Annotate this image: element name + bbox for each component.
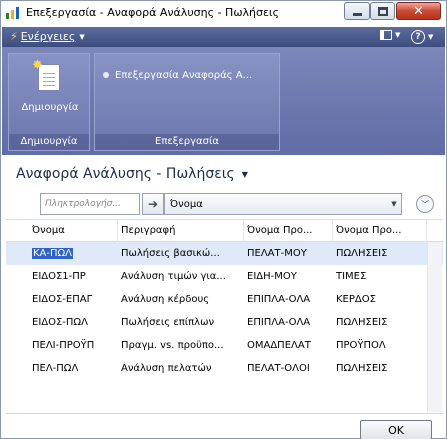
go-arrow-icon: ➔ <box>147 197 159 211</box>
cell-dimension-2: ΠΡΟΫΠΟΛ <box>336 340 386 351</box>
close-button[interactable]: ✕ <box>396 2 441 20</box>
chevron-down-icon: ▼ <box>79 32 85 41</box>
filter-field-value: Όνομα <box>170 198 203 210</box>
chevron-down-icon: ▼ <box>391 200 397 208</box>
cell-description: Ανάλυση πελατών <box>121 363 212 374</box>
ribbon-group-edit: Επεξεργασία Αναφοράς Α... Επεξεργασία <box>94 53 280 151</box>
help-icon: ? <box>411 30 425 44</box>
maximize-icon <box>377 6 388 16</box>
expand-filter-button[interactable]: ﹀ <box>416 195 434 213</box>
page-title-text: Αναφορά Ανάλυσης - Πωλήσεις <box>16 166 235 182</box>
star-icon: ✸ <box>32 58 43 73</box>
minimize-button[interactable] <box>344 2 370 20</box>
filter-row: ➔ Όνομα ▼ <box>40 193 403 215</box>
cell-description: Πωλήσεις επίπλων <box>121 317 215 328</box>
maximize-button[interactable] <box>370 2 395 20</box>
column-header-dimension-2[interactable]: Όνομα Προ... <box>333 220 427 242</box>
table-row[interactable]: ΠΕΛ-ΠΩΛ Ανάλυση πελατών ΠΕΛΑΤ-ΟΛΟΙ ΠΩΛΗΣ… <box>6 357 443 380</box>
chevron-down-icon: ▼ <box>241 169 248 179</box>
table-row[interactable]: ΕΙΔΟΣ1-ΠΡ Ανάλυση τιμών για... ΕΙΔΗ-ΜΟΥ … <box>6 265 443 288</box>
title-bar: Επεξεργασία - Αναφορά Ανάλυσης - Πωλήσει… <box>1 1 446 25</box>
edit-report-button[interactable]: Επεξεργασία Αναφοράς Α... <box>103 67 275 83</box>
ribbon: ✸ Δημιουργία Δημιουργία Επεξεργασία Αναφ… <box>2 47 445 155</box>
bolt-icon: ⚡ <box>10 30 18 43</box>
cell-description: Ανάλυση κέρδους <box>121 294 210 305</box>
page-title[interactable]: Αναφορά Ανάλυσης - Πωλήσεις ▼ <box>16 166 248 182</box>
ribbon-group-create: ✸ Δημιουργία Δημιουργία <box>8 53 90 151</box>
cell-description: Ανάλυση τιμών για... <box>121 271 226 282</box>
cell-name-text: ΚΑ-ΠΩΛ <box>32 248 74 259</box>
go-button[interactable]: ➔ <box>142 193 164 215</box>
search-input[interactable] <box>40 193 140 215</box>
column-header-name[interactable]: Όνομα <box>29 220 118 242</box>
table-row[interactable]: ΚΑ-ΠΩΛ Πωλήσεις βασικώ... ΠΕΛΑΤ-ΜΟΥ ΠΩΛΗ… <box>6 242 443 265</box>
cell-dimension-1: ΕΠΙΠΛΑ-ΟΛΑ <box>247 317 311 328</box>
actions-menu[interactable]: ⚡ Ενέργειες ▼ <box>10 30 85 43</box>
report-window: Επεξεργασία - Αναφορά Ανάλυσης - Πωλήσει… <box>0 0 447 439</box>
filter-field-select[interactable]: Όνομα ▼ <box>164 193 402 215</box>
cell-description: Πραγμ. vs. προϋπο... <box>121 340 224 351</box>
cell-dimension-2: ΠΩΛΗΣΕΙΣ <box>336 363 388 374</box>
cell-dimension-2: ΤΙΜΕΣ <box>336 271 367 282</box>
cell-dimension-2: ΠΩΛΗΣΕΙΣ <box>336 317 388 328</box>
edit-report-label: Επεξεργασία Αναφοράς Α... <box>115 69 253 81</box>
cell-name: ΠΕΛ-ΠΩΛ <box>32 363 79 374</box>
cell-dimension-1: ΠΕΛΑΤ-ΜΟΥ <box>247 248 307 259</box>
cell-dimension-1: ΠΕΛΑΤ-ΟΛΟΙ <box>247 363 310 374</box>
cell-dimension-1: ΕΠΙΠΛΑ-ΟΛΑ <box>247 294 311 305</box>
ribbon-group-label: Δημιουργία <box>9 134 89 150</box>
close-icon: ✕ <box>413 3 424 19</box>
footer-divider <box>6 413 443 414</box>
help-button[interactable]: ? ▼ <box>411 30 441 44</box>
chevron-down-icon: ▼ <box>395 31 401 39</box>
cell-dimension-2: ΠΩΛΗΣΕΙΣ <box>336 248 388 259</box>
cell-name: ΕΙΔΟΣ-ΠΩΛ <box>32 317 88 328</box>
vertical-scrollbar[interactable] <box>427 242 442 412</box>
edit-bullet-icon <box>103 72 109 78</box>
cell-name: ΠΕΛΙ-ΠΡΟΫΠ <box>32 340 95 351</box>
chevron-down-icon: ▼ <box>428 33 434 41</box>
table-row[interactable]: ΠΕΛΙ-ΠΡΟΫΠ Πραγμ. vs. προϋπο... ΟΜΑΔΠΕΛΑ… <box>6 334 443 357</box>
window-title: Επεξεργασία - Αναφορά Ανάλυσης - Πωλήσει… <box>26 6 280 19</box>
expand-chevron-icon: ﹀ <box>421 199 429 209</box>
column-header-dimension-1[interactable]: Όνομα Προ... <box>244 220 333 242</box>
column-header-description[interactable]: Περιγραφή <box>118 220 244 242</box>
cell-description: Πωλήσεις βασικώ... <box>121 248 220 259</box>
minimize-icon <box>352 12 362 16</box>
table-header: Όνομα Περιγραφή Όνομα Προ... Όνομα Προ..… <box>6 220 443 242</box>
create-button[interactable]: ✸ Δημιουργία <box>13 58 87 132</box>
ribbon-command-bar: ⚡ Ενέργειες ▼ ▼ ? ▼ <box>2 27 445 47</box>
actions-label: Ενέργειες <box>20 30 76 43</box>
cell-name: ΕΙΔΟΣ-ΕΠΑΓ <box>32 294 93 305</box>
app-icon <box>6 7 19 19</box>
cell-dimension-1: ΕΙΔΗ-ΜΟΥ <box>247 271 297 282</box>
cell-dimension-1: ΟΜΑΔΠΕΛΑΤ <box>247 340 311 351</box>
report-table: Όνομα Περιγραφή Όνομα Προ... Όνομα Προ..… <box>6 219 443 413</box>
cell-name: ΕΙΔΟΣ1-ΠΡ <box>32 271 86 282</box>
cell-name: ΚΑ-ΠΩΛ <box>29 242 118 265</box>
table-row[interactable]: ΕΙΔΟΣ-ΠΩΛ Πωλήσεις επίπλων ΕΠΙΠΛΑ-ΟΛΑ ΠΩ… <box>6 311 443 334</box>
cell-dimension-2: ΚΕΡΔΟΣ <box>336 294 376 305</box>
ok-button[interactable]: OK <box>360 420 432 439</box>
layout-icon <box>380 30 392 40</box>
table-row[interactable]: ΕΙΔΟΣ-ΕΠΑΓ Ανάλυση κέρδους ΕΠΙΠΛΑ-ΟΛΑ ΚΕ… <box>6 288 443 311</box>
create-button-label: Δημιουργία <box>21 102 79 113</box>
ribbon-group-label: Επεξεργασία <box>95 134 279 150</box>
layout-button[interactable]: ▼ <box>380 30 406 40</box>
